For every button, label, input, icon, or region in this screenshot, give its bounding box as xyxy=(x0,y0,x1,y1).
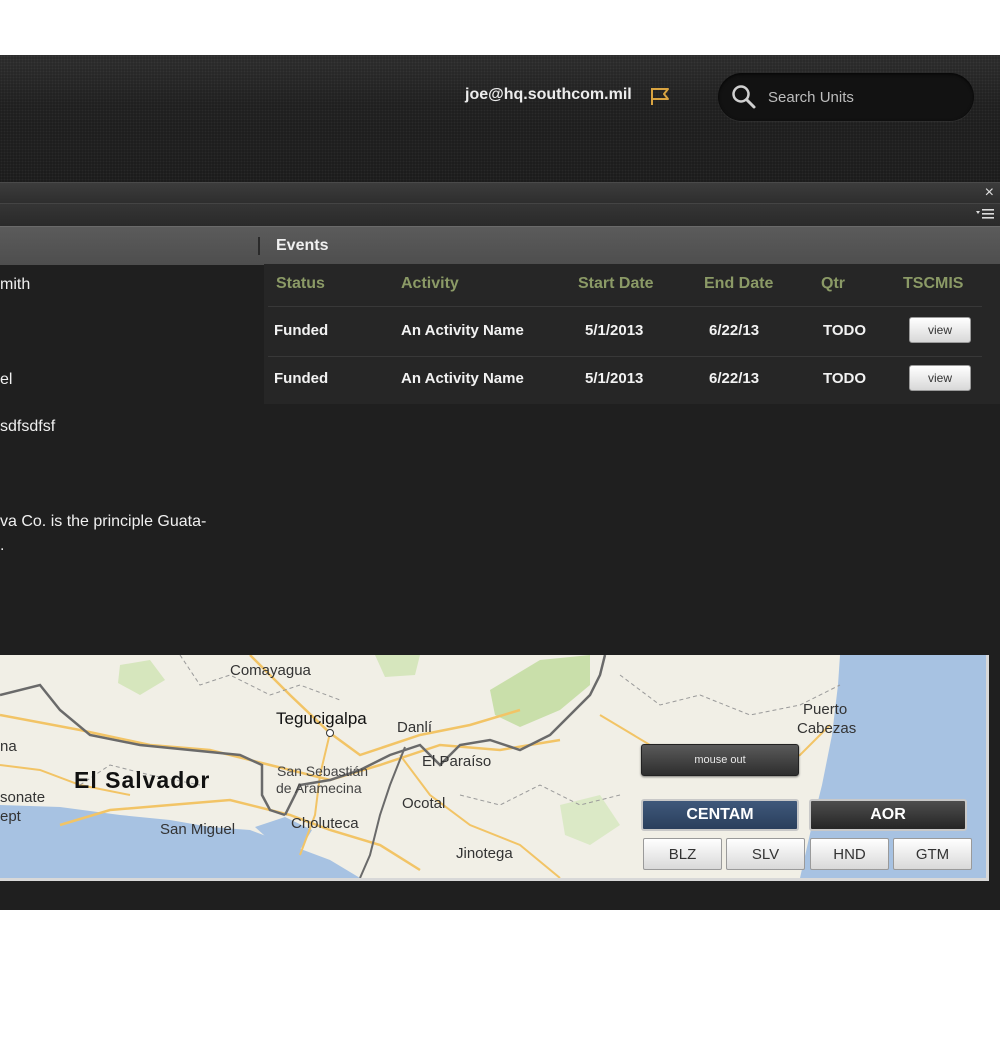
table-row[interactable]: Funded An Activity Name 5/1/2013 6/22/13… xyxy=(268,355,982,403)
map-label-de-aramecina: de Aramecina xyxy=(276,780,362,796)
detail-line: sdfsdfsf xyxy=(0,418,56,435)
search-box[interactable] xyxy=(718,73,974,121)
map-label-el-paraiso: El Paraíso xyxy=(422,753,492,770)
detail-line: mith xyxy=(0,276,31,293)
search-icon[interactable] xyxy=(731,84,757,110)
centam-button[interactable]: CENTAM xyxy=(641,799,799,831)
events-heading: Events xyxy=(276,237,329,254)
map-label-cabezas: Cabezas xyxy=(797,720,857,737)
aor-button[interactable]: AOR xyxy=(809,799,967,831)
map-label-choluteca: Choluteca xyxy=(291,815,359,832)
forest-patch xyxy=(490,655,590,727)
app-window: joe@hq.southcom.mil × E xyxy=(0,55,1000,910)
map-view[interactable]: Comayagua Tegucigalpa Danlí El Paraíso S… xyxy=(0,655,989,881)
map-label-san-miguel: San Miguel xyxy=(160,821,236,838)
events-table: Status Activity Start Date End Date Qtr … xyxy=(264,264,1000,404)
column-header-qtr[interactable]: Qtr xyxy=(821,275,845,293)
map-label-partial: sonate xyxy=(0,789,46,806)
column-header-activity[interactable]: Activity xyxy=(401,275,459,293)
map-label-san-sebastian: San Sebastián xyxy=(277,763,369,779)
city-marker xyxy=(326,729,334,737)
top-bar: joe@hq.southcom.mil xyxy=(0,55,1000,182)
map-label-jinotega: Jinotega xyxy=(456,845,513,862)
cell-start-date: 5/1/2013 xyxy=(585,322,644,339)
view-button[interactable]: view xyxy=(909,317,971,343)
cell-status: Funded xyxy=(274,322,329,339)
forest-patch xyxy=(118,660,165,695)
column-header-start-date[interactable]: Start Date xyxy=(578,275,654,293)
panel-menu-icon[interactable] xyxy=(976,207,994,221)
detail-line: . xyxy=(0,537,5,554)
detail-panel: × Events mith el sdfsdfsf va Co. is the … xyxy=(0,182,1000,655)
panel-toolbar xyxy=(0,203,1000,226)
cell-end-date: 6/22/13 xyxy=(709,322,760,339)
map-label-danli: Danlí xyxy=(397,719,433,736)
cell-status: Funded xyxy=(274,370,329,387)
cell-activity: An Activity Name xyxy=(401,322,524,339)
column-divider[interactable] xyxy=(258,237,260,255)
cell-start-date: 5/1/2013 xyxy=(585,370,644,387)
close-icon[interactable]: × xyxy=(985,184,994,202)
map-label-puerto: Puerto xyxy=(803,701,848,718)
panel-title-bar: × xyxy=(0,182,1000,203)
user-email[interactable]: joe@hq.southcom.mil xyxy=(465,86,632,104)
country-button-hnd[interactable]: HND xyxy=(810,838,889,870)
country-button-slv[interactable]: SLV xyxy=(726,838,805,870)
map-label-el-salvador: El Salvador xyxy=(74,767,211,793)
mouse-out-button[interactable]: mouse out xyxy=(641,744,799,776)
cell-activity: An Activity Name xyxy=(401,370,524,387)
cell-qtr: TODO xyxy=(823,322,867,339)
map-label-comayagua: Comayagua xyxy=(230,662,311,679)
detail-line: va Co. is the principle Guata- xyxy=(0,513,207,530)
view-button[interactable]: view xyxy=(909,365,971,391)
map-label-tegucigalpa: Tegucigalpa xyxy=(276,709,367,728)
country-button-blz[interactable]: BLZ xyxy=(643,838,722,870)
column-header-end-date[interactable]: End Date xyxy=(704,275,773,293)
column-header-tscmis[interactable]: TSCMIS xyxy=(903,275,963,293)
table-row[interactable]: Funded An Activity Name 5/1/2013 6/22/13… xyxy=(268,307,982,355)
map-label-partial: ept xyxy=(0,808,21,825)
map-label-ocotal: Ocotal xyxy=(402,795,446,812)
forest-patch xyxy=(375,655,420,677)
column-header-bar: Events xyxy=(0,226,1000,265)
cell-qtr: TODO xyxy=(823,370,867,387)
column-header-status[interactable]: Status xyxy=(276,275,325,293)
search-input[interactable] xyxy=(766,83,965,111)
map-label-partial: na xyxy=(0,738,17,755)
country-button-gtm[interactable]: GTM xyxy=(893,838,972,870)
detail-line: el xyxy=(0,371,13,388)
cell-end-date: 6/22/13 xyxy=(709,370,760,387)
flag-icon[interactable] xyxy=(649,86,671,106)
